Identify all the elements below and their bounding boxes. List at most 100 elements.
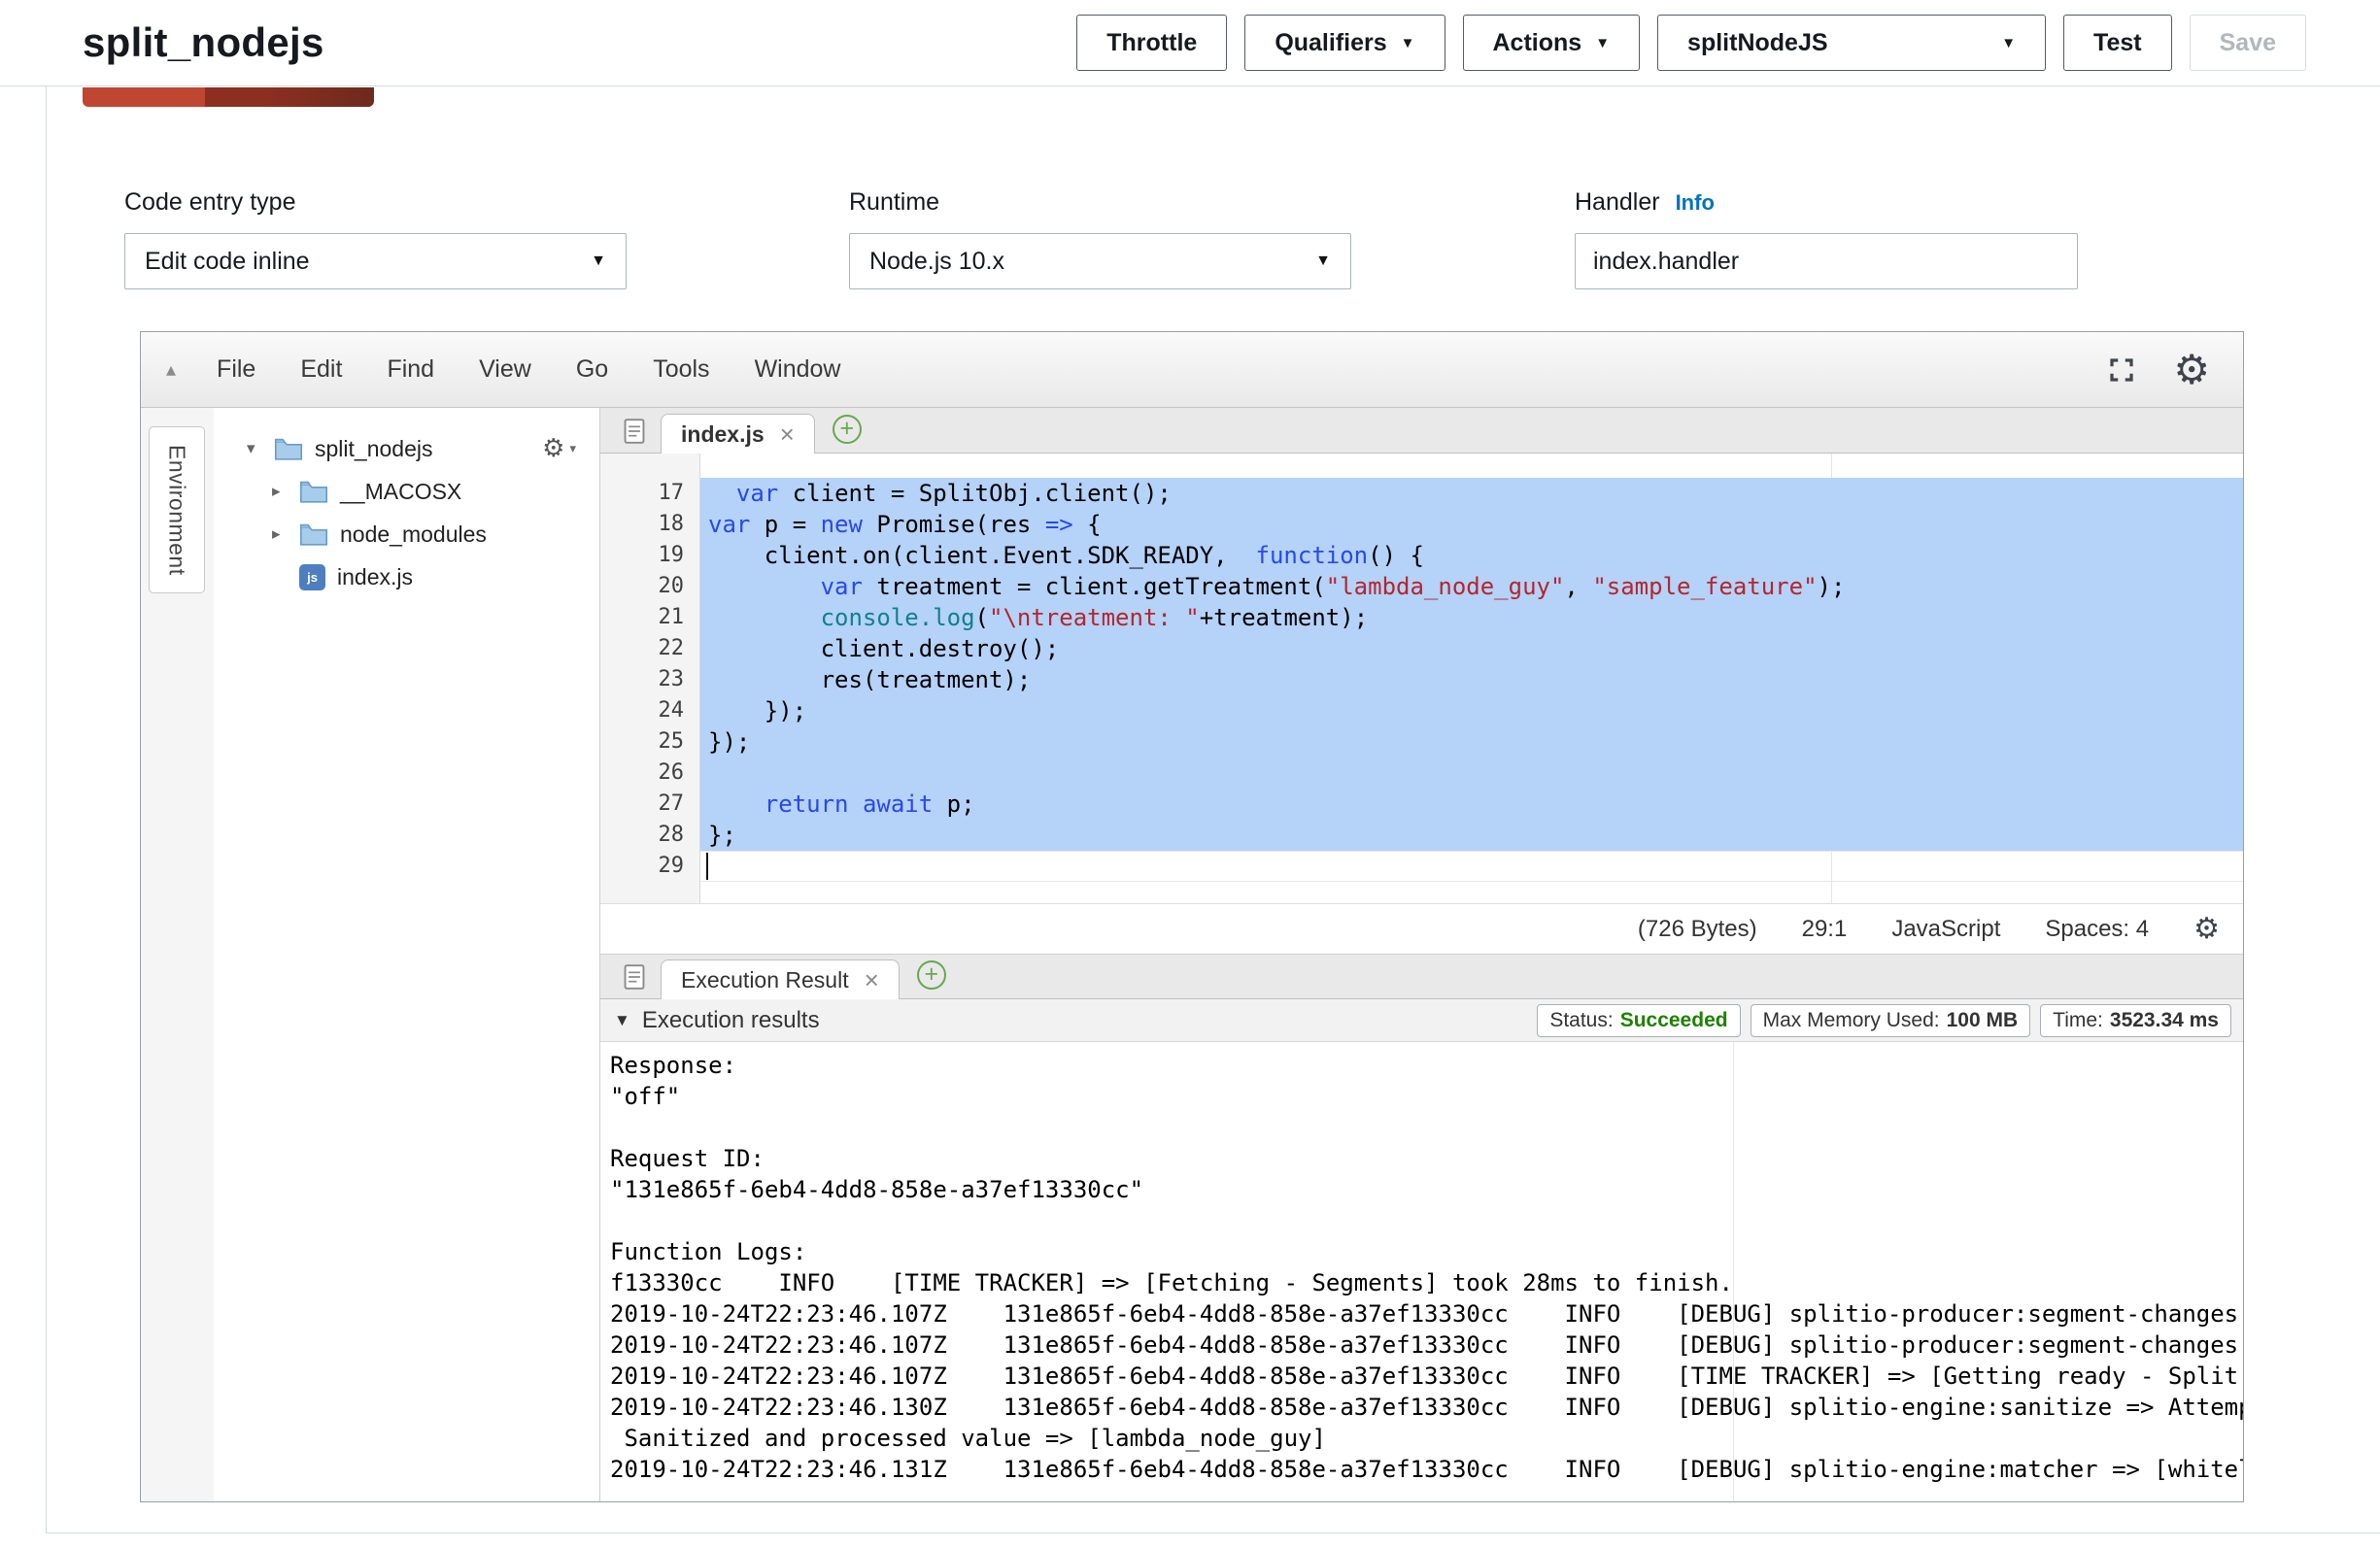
code-line[interactable]: var p = new Promise(res => { (700, 509, 2243, 540)
log-line: "131e865f-6eb4-4dd8-858e-a37ef13330cc" (610, 1174, 2243, 1205)
gutter-line-number: 25 (600, 726, 699, 757)
file-tree: ▾ split_nodejs ⚙ ▾ ▸ __MACOSX (214, 408, 600, 1501)
alias-select[interactable]: splitNodeJS ▼ (1657, 15, 2046, 71)
project-settings-button[interactable]: ⚙ ▾ (542, 436, 576, 461)
menu-item-file[interactable]: File (211, 352, 261, 387)
code-line[interactable]: res(treatment); (700, 664, 2243, 695)
code-line[interactable]: client.on(client.Event.SDK_READY, functi… (700, 540, 2243, 571)
log-line: Response: (610, 1050, 2243, 1081)
execution-results-title: Execution results (642, 1007, 820, 1034)
editor-tabbar: index.js × + (600, 408, 2243, 454)
caret-down-icon[interactable]: ▾ (247, 439, 274, 458)
fullscreen-icon[interactable] (2107, 355, 2136, 385)
log-line: 2019-10-24T22:23:46.130Z 131e865f-6eb4-4… (610, 1392, 2243, 1423)
environment-tab[interactable]: Environment (149, 426, 205, 593)
code-line[interactable]: }); (700, 695, 2243, 726)
tree-item-label: __MACOSX (340, 479, 461, 505)
collapse-menu-icon[interactable]: ▴ (166, 357, 176, 382)
editor-settings-gear-icon[interactable]: ⚙ (2193, 915, 2220, 944)
handler-input[interactable] (1575, 233, 2078, 289)
folder-icon (299, 480, 328, 503)
ide-settings-gear-icon[interactable]: ⚙ (2173, 350, 2210, 390)
gutter-line-number: 19 (600, 540, 699, 571)
code-line[interactable]: var treatment = client.getTreatment("lam… (700, 571, 2243, 602)
code-line[interactable] (700, 851, 2243, 882)
execution-results-header: ▼ Execution results Status: Succeeded Ma… (600, 999, 2243, 1042)
menu-item-view[interactable]: View (473, 352, 537, 387)
menu-item-go[interactable]: Go (570, 352, 614, 387)
code-line[interactable]: }); (700, 726, 2243, 757)
code-line[interactable]: client.destroy(); (700, 633, 2243, 664)
folder-icon (299, 522, 328, 546)
throttle-button[interactable]: Throttle (1076, 15, 1227, 71)
actions-button[interactable]: Actions ▼ (1463, 15, 1641, 71)
test-button[interactable]: Test (2063, 15, 2172, 71)
results-tabbar: Execution Result × + (600, 954, 2243, 999)
code-entry-type-value: Edit code inline (145, 248, 310, 276)
runtime-select[interactable]: Node.js 10.x ▼ (849, 233, 1351, 289)
gutter-line-number: 21 (600, 602, 699, 633)
log-line: Request ID: (610, 1143, 2243, 1174)
menu-item-window[interactable]: Window (749, 352, 847, 387)
collapse-results-icon[interactable]: ▼ (614, 1011, 630, 1030)
time-value: 3523.34 ms (2110, 1009, 2219, 1032)
cropped-ui-fragment (83, 87, 374, 107)
gutter-line-number: 27 (600, 789, 699, 820)
close-icon[interactable]: × (865, 965, 879, 995)
close-icon[interactable]: × (780, 420, 795, 450)
document-icon[interactable] (624, 419, 645, 444)
gutter-line-number: 22 (600, 633, 699, 664)
tree-item-label: split_nodejs (315, 436, 432, 462)
qualifiers-button[interactable]: Qualifiers ▼ (1244, 15, 1445, 71)
save-button[interactable]: Save (2190, 15, 2306, 71)
gutter-line-number: 26 (600, 757, 699, 789)
save-button-label: Save (2220, 29, 2276, 57)
tree-item-node-modules[interactable]: ▸ node_modules (214, 513, 599, 555)
runtime-label: Runtime (849, 188, 1351, 217)
tree-item-label: index.js (337, 564, 413, 590)
caret-right-icon[interactable]: ▸ (272, 524, 299, 544)
gutter-line-number: 17 (600, 478, 699, 509)
caret-down-icon: ▾ (569, 441, 576, 456)
caret-down-icon: ▼ (2001, 35, 2016, 51)
code-line[interactable]: var client = SplitObj.client(); (700, 478, 2243, 509)
code-area[interactable]: var client = SplitObj.client();var p = n… (700, 454, 2243, 903)
language-mode[interactable]: JavaScript (1891, 916, 2000, 943)
menubar-right: ⚙ (2107, 350, 2210, 390)
code-line[interactable]: console.log("\ntreatment: "+treatment); (700, 602, 2243, 633)
runtime-group: Runtime Node.js 10.x ▼ (849, 188, 1351, 289)
tree-item-macosx[interactable]: ▸ __MACOSX (214, 470, 599, 513)
header-actions: Throttle Qualifiers ▼ Actions ▼ splitNod… (1076, 15, 2306, 71)
menu-items: File Edit Find View Go Tools Window (211, 352, 846, 387)
code-line[interactable]: return await p; (700, 789, 2243, 820)
menu-item-find[interactable]: Find (381, 352, 440, 387)
handler-info-link[interactable]: Info (1676, 190, 1715, 216)
code-entry-type-select[interactable]: Edit code inline ▼ (124, 233, 627, 289)
log-line: f13330cc INFO [TIME TRACKER] => [Fetchin… (610, 1267, 2243, 1298)
tree-item-indexjs[interactable]: js index.js (214, 555, 599, 598)
qualifiers-button-label: Qualifiers (1275, 29, 1386, 57)
code-pane[interactable]: 17181920212223242526272829 var client = … (600, 454, 2243, 903)
add-tab-icon[interactable]: + (917, 960, 946, 990)
indent-setting[interactable]: Spaces: 4 (2045, 916, 2149, 943)
tree-item-root[interactable]: ▾ split_nodejs ⚙ ▾ (214, 427, 599, 470)
menu-item-tools[interactable]: Tools (647, 352, 715, 387)
code-line[interactable] (700, 757, 2243, 789)
tab-label: index.js (681, 421, 765, 448)
tab-execution-result[interactable]: Execution Result × (661, 959, 900, 999)
document-icon[interactable] (624, 964, 645, 990)
code-line[interactable]: }; (700, 820, 2243, 851)
runtime-value: Node.js 10.x (869, 248, 1004, 276)
js-file-icon: js (299, 564, 325, 590)
caret-right-icon[interactable]: ▸ (272, 482, 299, 501)
handler-group: Handler Info (1575, 188, 2078, 289)
status-badge: Status: Succeeded (1537, 1004, 1740, 1037)
menu-item-edit[interactable]: Edit (294, 352, 348, 387)
tree-item-label: node_modules (340, 522, 487, 548)
memory-badge: Max Memory Used: 100 MB (1751, 1004, 2031, 1037)
add-tab-icon[interactable]: + (833, 415, 862, 444)
caret-down-icon: ▼ (1401, 35, 1415, 51)
log-line: "off" (610, 1081, 2243, 1112)
tab-indexjs[interactable]: index.js × (661, 414, 815, 454)
file-size: (726 Bytes) (1638, 916, 1757, 943)
